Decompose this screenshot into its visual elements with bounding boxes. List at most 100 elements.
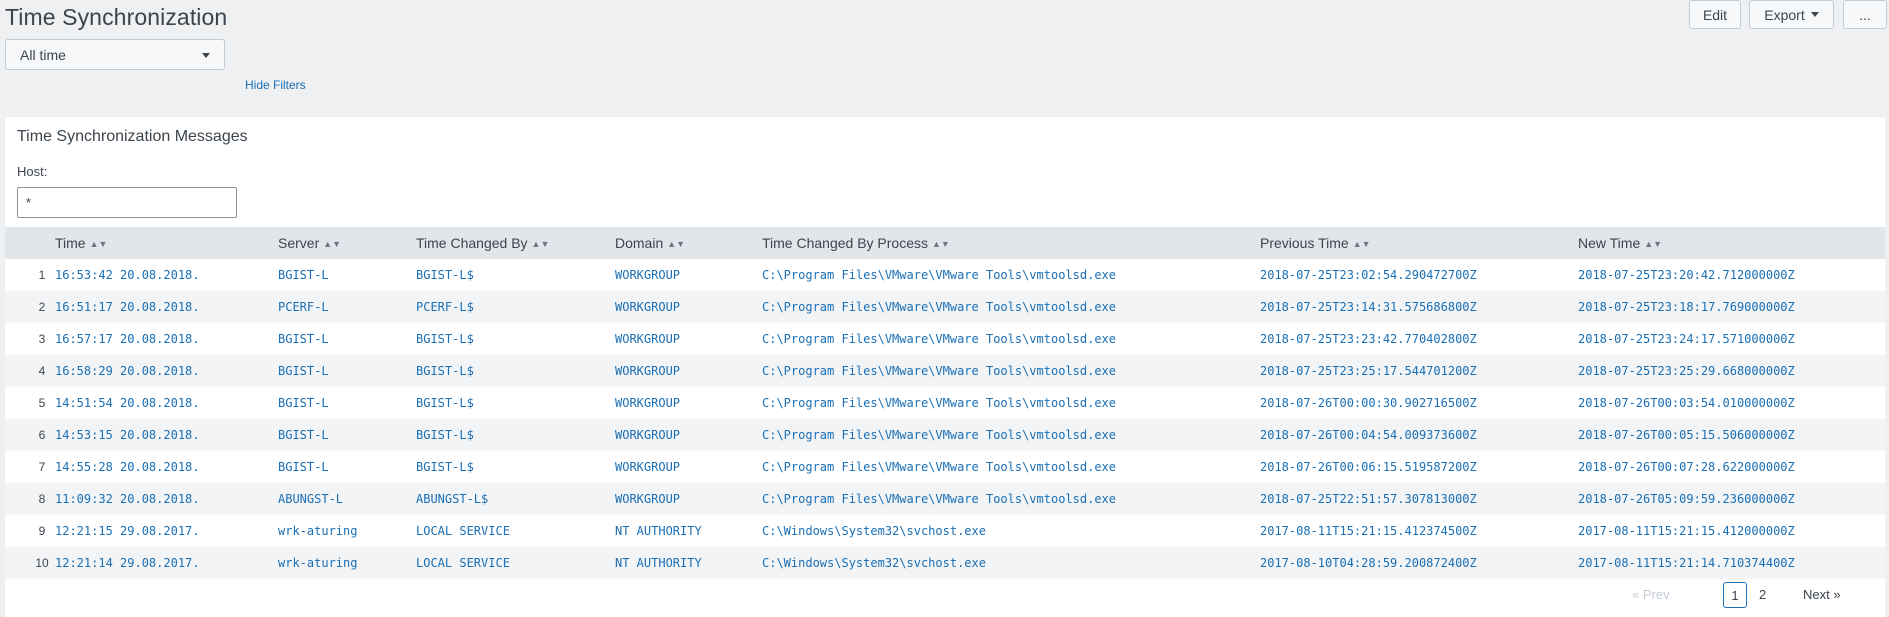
cell-process[interactable]: C:\Windows\System32\svchost.exe <box>762 547 1260 579</box>
cell-process[interactable]: C:\Program Files\VMware\VMware Tools\vmt… <box>762 387 1260 419</box>
cell-time[interactable]: 11:09:32 20.08.2018. <box>55 483 278 515</box>
export-button[interactable]: Export <box>1749 0 1834 29</box>
cell-server[interactable]: PCERF-L <box>278 291 416 323</box>
sort-icon: ▲▼ <box>531 239 550 249</box>
cell-time[interactable]: 14:55:28 20.08.2018. <box>55 451 278 483</box>
cell-time[interactable]: 16:57:17 20.08.2018. <box>55 323 278 355</box>
edit-button[interactable]: Edit <box>1689 0 1741 29</box>
cell-domain[interactable]: WORKGROUP <box>615 323 762 355</box>
cell-new-time[interactable]: 2018-07-25T23:20:42.712000000Z <box>1578 259 1885 291</box>
column-header-domain[interactable]: Domain ▲▼ <box>615 227 762 259</box>
cell-server[interactable]: BGIST-L <box>278 387 416 419</box>
cell-previous-time[interactable]: 2018-07-26T00:04:54.009373600Z <box>1260 419 1578 451</box>
cell-server[interactable]: wrk-aturing <box>278 515 416 547</box>
cell-server[interactable]: BGIST-L <box>278 259 416 291</box>
cell-new-time[interactable]: 2018-07-26T00:07:28.622000000Z <box>1578 451 1885 483</box>
column-header-previous-time[interactable]: Previous Time ▲▼ <box>1260 227 1578 259</box>
cell-new-time[interactable]: 2018-07-25T23:18:17.769000000Z <box>1578 291 1885 323</box>
cell-time-changed-by[interactable]: LOCAL SERVICE <box>416 547 615 579</box>
cell-domain[interactable]: WORKGROUP <box>615 387 762 419</box>
more-actions-label: ... <box>1859 6 1871 23</box>
column-header-process[interactable]: Time Changed By Process ▲▼ <box>762 227 1260 259</box>
row-number: 10 <box>35 556 49 570</box>
cell-new-time[interactable]: 2017-08-11T15:21:15.412000000Z <box>1578 515 1885 547</box>
time-range-picker[interactable]: All time <box>5 39 225 70</box>
cell-time-changed-by[interactable]: BGIST-L$ <box>416 355 615 387</box>
sort-icon: ▲▼ <box>89 239 108 249</box>
cell-server[interactable]: BGIST-L <box>278 419 416 451</box>
row-number: 1 <box>38 268 46 282</box>
column-header-label: Time Changed By Process <box>762 235 928 251</box>
cell-time[interactable]: 14:51:54 20.08.2018. <box>55 387 278 419</box>
cell-process[interactable]: C:\Program Files\VMware\VMware Tools\vmt… <box>762 355 1260 387</box>
cell-process[interactable]: C:\Program Files\VMware\VMware Tools\vmt… <box>762 451 1260 483</box>
cell-server[interactable]: wrk-aturing <box>278 547 416 579</box>
cell-process[interactable]: C:\Program Files\VMware\VMware Tools\vmt… <box>762 291 1260 323</box>
cell-previous-time[interactable]: 2018-07-25T23:02:54.290472700Z <box>1260 259 1578 291</box>
cell-time[interactable]: 12:21:14 29.08.2017. <box>55 547 278 579</box>
page-1-button[interactable]: 1 <box>1723 582 1747 608</box>
cell-previous-time[interactable]: 2018-07-26T00:06:15.519587200Z <box>1260 451 1578 483</box>
cell-domain[interactable]: NT AUTHORITY <box>615 547 762 579</box>
next-page-link[interactable]: Next » <box>1803 587 1841 602</box>
cell-time-changed-by[interactable]: PCERF-L$ <box>416 291 615 323</box>
cell-previous-time[interactable]: 2018-07-25T23:14:31.575686800Z <box>1260 291 1578 323</box>
column-header-time-changed-by[interactable]: Time Changed By ▲▼ <box>416 227 615 259</box>
cell-domain[interactable]: WORKGROUP <box>615 355 762 387</box>
cell-new-time[interactable]: 2018-07-25T23:24:17.571000000Z <box>1578 323 1885 355</box>
cell-domain[interactable]: WORKGROUP <box>615 259 762 291</box>
chevron-down-icon <box>202 53 210 58</box>
cell-domain[interactable]: NT AUTHORITY <box>615 515 762 547</box>
cell-previous-time[interactable]: 2017-08-10T04:28:59.200872400Z <box>1260 547 1578 579</box>
cell-previous-time[interactable]: 2017-08-11T15:21:15.412374500Z <box>1260 515 1578 547</box>
cell-process[interactable]: C:\Program Files\VMware\VMware Tools\vmt… <box>762 259 1260 291</box>
cell-new-time[interactable]: 2018-07-26T00:03:54.010000000Z <box>1578 387 1885 419</box>
cell-server[interactable]: BGIST-L <box>278 451 416 483</box>
cell-time[interactable]: 14:53:15 20.08.2018. <box>55 419 278 451</box>
more-actions-button[interactable]: ... <box>1843 0 1887 29</box>
cell-time[interactable]: 16:58:29 20.08.2018. <box>55 355 278 387</box>
cell-process[interactable]: C:\Program Files\VMware\VMware Tools\vmt… <box>762 419 1260 451</box>
row-number: 4 <box>38 364 46 378</box>
column-header-server[interactable]: Server ▲▼ <box>278 227 416 259</box>
cell-domain[interactable]: WORKGROUP <box>615 483 762 515</box>
table-row: 3 16:57:17 20.08.2018. BGIST-L BGIST-L$ … <box>5 323 1885 355</box>
cell-process[interactable]: C:\Windows\System32\svchost.exe <box>762 515 1260 547</box>
cell-previous-time[interactable]: 2018-07-25T23:23:42.770402800Z <box>1260 323 1578 355</box>
page-2-button[interactable]: 2 <box>1759 587 1766 602</box>
cell-domain[interactable]: WORKGROUP <box>615 419 762 451</box>
panel-title: Time Synchronization Messages <box>17 128 248 145</box>
host-input[interactable] <box>17 187 237 218</box>
cell-new-time[interactable]: 2018-07-26T00:05:15.506000000Z <box>1578 419 1885 451</box>
cell-process[interactable]: C:\Program Files\VMware\VMware Tools\vmt… <box>762 323 1260 355</box>
cell-time-changed-by[interactable]: LOCAL SERVICE <box>416 515 615 547</box>
hide-filters-link[interactable]: Hide Filters <box>245 78 306 92</box>
cell-time[interactable]: 16:51:17 20.08.2018. <box>55 291 278 323</box>
cell-new-time[interactable]: 2018-07-25T23:25:29.668000000Z <box>1578 355 1885 387</box>
cell-new-time[interactable]: 2017-08-11T15:21:14.710374400Z <box>1578 547 1885 579</box>
cell-time-changed-by[interactable]: BGIST-L$ <box>416 419 615 451</box>
cell-domain[interactable]: WORKGROUP <box>615 291 762 323</box>
cell-server[interactable]: BGIST-L <box>278 323 416 355</box>
cell-time-changed-by[interactable]: BGIST-L$ <box>416 323 615 355</box>
column-header-label: Previous Time <box>1260 235 1349 251</box>
results-panel: Time Synchronization Messages Host: Time… <box>5 117 1885 617</box>
table-header-row: Time ▲▼ Server ▲▼ Time Changed By ▲▼ Domain… <box>5 227 1885 259</box>
cell-previous-time[interactable]: 2018-07-25T22:51:57.307813000Z <box>1260 483 1578 515</box>
cell-time-changed-by[interactable]: ABUNGST-L$ <box>416 483 615 515</box>
cell-previous-time[interactable]: 2018-07-26T00:00:30.902716500Z <box>1260 387 1578 419</box>
cell-time-changed-by[interactable]: BGIST-L$ <box>416 259 615 291</box>
column-header-new-time[interactable]: New Time ▲▼ <box>1578 227 1885 259</box>
column-header-time[interactable]: Time ▲▼ <box>55 227 278 259</box>
cell-previous-time[interactable]: 2018-07-25T23:25:17.544701200Z <box>1260 355 1578 387</box>
cell-domain[interactable]: WORKGROUP <box>615 451 762 483</box>
cell-new-time[interactable]: 2018-07-26T05:09:59.236000000Z <box>1578 483 1885 515</box>
cell-time[interactable]: 16:53:42 20.08.2018. <box>55 259 278 291</box>
cell-server[interactable]: ABUNGST-L <box>278 483 416 515</box>
column-header-label: Time <box>55 235 86 251</box>
cell-time-changed-by[interactable]: BGIST-L$ <box>416 451 615 483</box>
cell-process[interactable]: C:\Program Files\VMware\VMware Tools\vmt… <box>762 483 1260 515</box>
cell-time-changed-by[interactable]: BGIST-L$ <box>416 387 615 419</box>
cell-server[interactable]: BGIST-L <box>278 355 416 387</box>
cell-time[interactable]: 12:21:15 29.08.2017. <box>55 515 278 547</box>
